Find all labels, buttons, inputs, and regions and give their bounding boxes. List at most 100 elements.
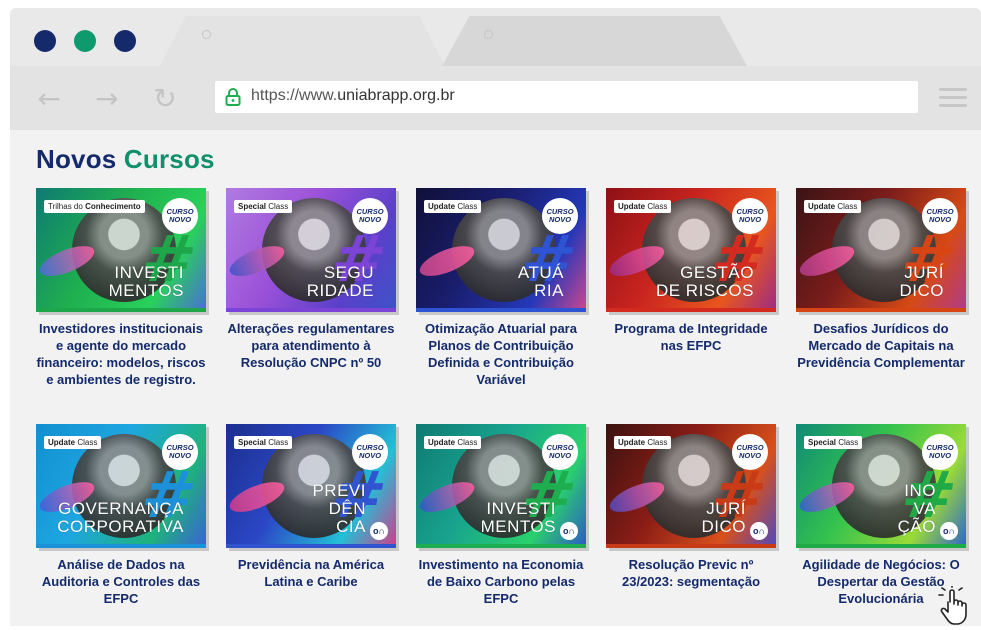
- course-thumbnail[interactable]: # Update Class CURSO NOVO ATUÁ RIA: [416, 188, 586, 312]
- close-window-button[interactable]: [34, 30, 56, 52]
- thumbnail-bottom-bar: [416, 544, 586, 548]
- section-title-main: Novos: [36, 144, 117, 174]
- course-thumbnail[interactable]: # Update Class CURSO NOVO JURÍ DICO: [796, 188, 966, 312]
- thumbnail-topic-text: INVESTI MENTOS: [480, 499, 556, 536]
- course-thumbnail[interactable]: # Special Class CURSO NOVO PREVI DÊN CIA o∩: [226, 424, 396, 548]
- lock-icon: [225, 88, 241, 106]
- section-title-accent: Cursos: [123, 144, 215, 174]
- forward-arrow-icon[interactable]: →: [90, 82, 124, 116]
- brand-logo-icon: o∩: [750, 522, 768, 540]
- class-type-badge: Update Class: [424, 200, 482, 213]
- course-card[interactable]: # Update Class CURSO NOVO JURÍ DICO Desafios…: [796, 188, 966, 371]
- url-text: https://www.uniabrapp.org.br: [251, 87, 455, 105]
- course-card[interactable]: # Update Class CURSO NOVO GESTÃO DE RISCOS P…: [606, 188, 776, 354]
- course-card[interactable]: # Special Class CURSO NOVO INO VA ÇÃO o∩ Agil…: [796, 424, 966, 607]
- thumbnail-topic-text: GOVERNANÇA CORPORATIVA: [57, 499, 184, 536]
- minimize-window-button[interactable]: [74, 30, 96, 52]
- browser-tab-active[interactable]: [160, 16, 445, 66]
- course-title[interactable]: Programa de Integridade nas EFPC: [606, 320, 776, 354]
- thumbnail-topic-text: PREVI DÊN CIA: [312, 481, 366, 536]
- badge-text-primary: Update: [618, 438, 646, 447]
- thumbnail-topic-text: INVESTI MENTOS: [108, 263, 184, 300]
- curso-novo-badge: CURSO NOVO: [352, 198, 388, 234]
- title-bar: [10, 8, 981, 66]
- maximize-window-button[interactable]: [114, 30, 136, 52]
- course-card[interactable]: # Special Class CURSO NOVO PREVI DÊN CIA o∩ P…: [226, 424, 396, 590]
- badge-text-primary: Update: [618, 202, 646, 211]
- reload-icon[interactable]: ↻: [148, 82, 182, 116]
- course-card[interactable]: # Update Class CURSO NOVO ATUÁ RIA Otimizaçã…: [416, 188, 586, 388]
- curso-novo-badge: CURSO NOVO: [542, 198, 578, 234]
- badge-text-primary: Update: [48, 438, 76, 447]
- hamburger-menu-icon[interactable]: [939, 88, 967, 108]
- class-type-badge: Special Class: [234, 436, 293, 449]
- badge-text-secondary: Class: [647, 438, 668, 447]
- url-prefix: https://www.: [251, 87, 338, 104]
- curso-novo-badge: CURSO NOVO: [162, 198, 198, 234]
- thumbnail-bottom-bar: [226, 308, 396, 312]
- course-thumbnail[interactable]: # Update Class CURSO NOVO GESTÃO DE RISCOS: [606, 188, 776, 312]
- badge-text-primary: Special: [238, 202, 267, 211]
- thumbnail-bottom-bar: [36, 308, 206, 312]
- badge-text-primary: Special: [808, 438, 837, 447]
- tab-icon: [484, 30, 493, 39]
- course-card[interactable]: # Update Class CURSO NOVO JURÍ DICO o∩ Resolu…: [606, 424, 776, 590]
- curso-novo-badge: CURSO NOVO: [542, 434, 578, 470]
- course-thumbnail[interactable]: # Update Class CURSO NOVO GOVERNANÇA CORPOR…: [36, 424, 206, 548]
- badge-text-secondary: Class: [837, 202, 858, 211]
- curso-novo-badge: CURSO NOVO: [352, 434, 388, 470]
- course-thumbnail[interactable]: # Special Class CURSO NOVO INO VA ÇÃO o∩: [796, 424, 966, 548]
- url-suffix: .org.br: [408, 87, 455, 104]
- badge-text-primary: Update: [808, 202, 836, 211]
- course-thumbnail[interactable]: # Update Class CURSO NOVO JURÍ DICO o∩: [606, 424, 776, 548]
- thumbnail-topic-text: ATUÁ RIA: [517, 263, 564, 300]
- badge-text-secondary: Class: [457, 438, 478, 447]
- course-card[interactable]: # Update Class CURSO NOVO GOVERNANÇA CORPOR…: [36, 424, 206, 607]
- thumbnail-topic-text: INO VA ÇÃO: [897, 481, 936, 536]
- class-type-badge: Update Class: [614, 436, 672, 449]
- thumbnail-bottom-bar: [226, 544, 396, 548]
- course-card[interactable]: # Trilhas do Conhecimento CURSO NOVO INVEST…: [36, 188, 206, 388]
- page-content: Novos Cursos # Trilhas do Conhecimento CUR…: [10, 130, 981, 626]
- badge-text-primary: Update: [428, 202, 456, 211]
- class-type-badge: Special Class: [804, 436, 863, 449]
- thumbnail-bottom-bar: [796, 308, 966, 312]
- badge-text-primary: Update: [428, 438, 456, 447]
- course-title[interactable]: Previdência na América Latina e Caribe: [226, 556, 396, 590]
- course-title[interactable]: Desafios Jurídicos do Mercado de Capitai…: [796, 320, 966, 371]
- browser-toolbar: ← → ↻ https://www.uniabrapp.org.br: [10, 66, 981, 130]
- course-title[interactable]: Investimento na Economia de Baixo Carbon…: [416, 556, 586, 607]
- course-title[interactable]: Resolução Previc nº 23/2023: segmentação: [606, 556, 776, 590]
- course-title[interactable]: Otimização Atuarial para Planos de Contr…: [416, 320, 586, 388]
- course-thumbnail[interactable]: # Trilhas do Conhecimento CURSO NOVO INVEST…: [36, 188, 206, 312]
- back-arrow-icon[interactable]: ←: [32, 82, 66, 116]
- curso-novo-badge: CURSO NOVO: [922, 198, 958, 234]
- badge-text-secondary: Class: [838, 438, 859, 447]
- class-type-badge: Update Class: [804, 200, 862, 213]
- course-title[interactable]: Alterações regulamentares para atendimen…: [226, 320, 396, 371]
- address-bar[interactable]: https://www.uniabrapp.org.br: [215, 81, 918, 113]
- class-type-badge: Update Class: [424, 436, 482, 449]
- thumbnail-bottom-bar: [606, 308, 776, 312]
- curso-novo-badge: CURSO NOVO: [732, 198, 768, 234]
- class-type-badge: Update Class: [614, 200, 672, 213]
- course-title[interactable]: Investidores institucionais e agente do …: [36, 320, 206, 388]
- course-title[interactable]: Análise de Dados na Auditoria e Controle…: [36, 556, 206, 607]
- course-thumbnail[interactable]: # Update Class CURSO NOVO INVESTI MENTOS o∩: [416, 424, 586, 548]
- brand-logo-icon: o∩: [940, 522, 958, 540]
- thumbnail-topic-text: JURÍ DICO: [701, 499, 746, 536]
- badge-text-secondary: Class: [268, 438, 289, 447]
- course-card[interactable]: # Update Class CURSO NOVO INVESTI MENTOS o∩ I…: [416, 424, 586, 607]
- browser-tab[interactable]: [442, 16, 747, 66]
- thumbnail-topic-text: GESTÃO DE RISCOS: [655, 263, 754, 300]
- badge-text-secondary: Conhecimento: [85, 202, 141, 211]
- brand-logo-icon: o∩: [370, 522, 388, 540]
- thumbnail-topic-text: JURÍ DICO: [899, 263, 944, 300]
- badge-text-secondary: Class: [268, 202, 289, 211]
- thumbnail-bottom-bar: [796, 544, 966, 548]
- badge-text-primary: Trilhas do: [48, 202, 83, 211]
- class-type-badge: Update Class: [44, 436, 102, 449]
- class-type-badge: Special Class: [234, 200, 293, 213]
- course-card[interactable]: # Special Class CURSO NOVO SEGU RIDADE Alter…: [226, 188, 396, 371]
- course-thumbnail[interactable]: # Special Class CURSO NOVO SEGU RIDADE: [226, 188, 396, 312]
